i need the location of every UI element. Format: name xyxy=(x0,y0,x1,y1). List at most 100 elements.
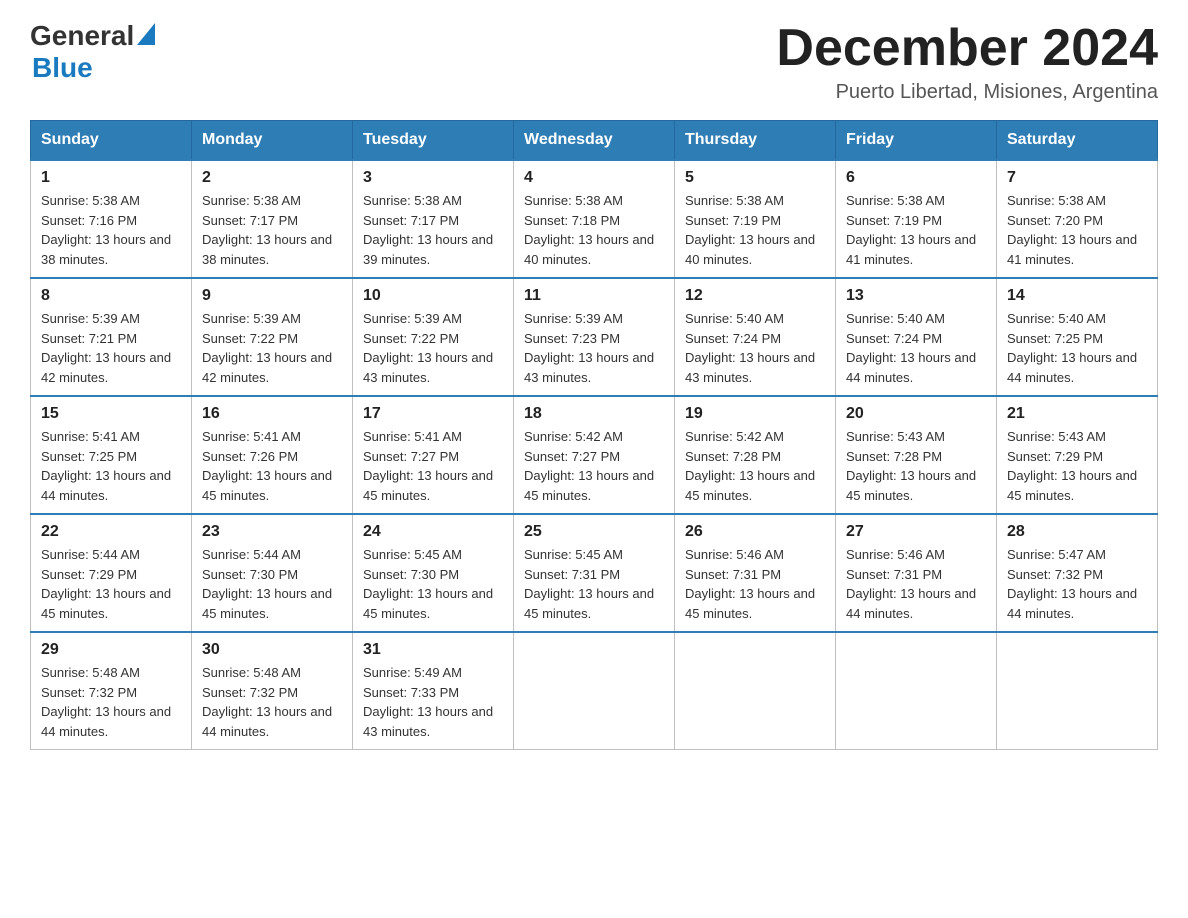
day-info: Sunrise: 5:39 AMSunset: 7:22 PMDaylight:… xyxy=(202,309,342,387)
day-info: Sunrise: 5:39 AMSunset: 7:21 PMDaylight:… xyxy=(41,309,181,387)
calendar-cell: 17 Sunrise: 5:41 AMSunset: 7:27 PMDaylig… xyxy=(353,396,514,514)
day-number: 1 xyxy=(41,169,181,187)
calendar-cell: 3 Sunrise: 5:38 AMSunset: 7:17 PMDayligh… xyxy=(353,160,514,278)
calendar-header-monday: Monday xyxy=(192,121,353,161)
calendar-week-row: 29 Sunrise: 5:48 AMSunset: 7:32 PMDaylig… xyxy=(31,632,1158,750)
day-number: 26 xyxy=(685,523,825,541)
calendar-cell: 14 Sunrise: 5:40 AMSunset: 7:25 PMDaylig… xyxy=(997,278,1158,396)
day-info: Sunrise: 5:42 AMSunset: 7:28 PMDaylight:… xyxy=(685,427,825,505)
calendar-cell: 27 Sunrise: 5:46 AMSunset: 7:31 PMDaylig… xyxy=(836,514,997,632)
day-info: Sunrise: 5:48 AMSunset: 7:32 PMDaylight:… xyxy=(202,663,342,741)
calendar-cell: 28 Sunrise: 5:47 AMSunset: 7:32 PMDaylig… xyxy=(997,514,1158,632)
calendar-cell xyxy=(514,632,675,750)
calendar-cell xyxy=(836,632,997,750)
day-number: 25 xyxy=(524,523,664,541)
day-info: Sunrise: 5:45 AMSunset: 7:31 PMDaylight:… xyxy=(524,545,664,623)
calendar-cell: 16 Sunrise: 5:41 AMSunset: 7:26 PMDaylig… xyxy=(192,396,353,514)
day-info: Sunrise: 5:40 AMSunset: 7:25 PMDaylight:… xyxy=(1007,309,1147,387)
day-number: 6 xyxy=(846,169,986,187)
calendar-header-wednesday: Wednesday xyxy=(514,121,675,161)
day-info: Sunrise: 5:43 AMSunset: 7:28 PMDaylight:… xyxy=(846,427,986,505)
calendar-header-tuesday: Tuesday xyxy=(353,121,514,161)
calendar-cell: 1 Sunrise: 5:38 AMSunset: 7:16 PMDayligh… xyxy=(31,160,192,278)
calendar-cell: 15 Sunrise: 5:41 AMSunset: 7:25 PMDaylig… xyxy=(31,396,192,514)
day-number: 15 xyxy=(41,405,181,423)
calendar-cell: 24 Sunrise: 5:45 AMSunset: 7:30 PMDaylig… xyxy=(353,514,514,632)
day-info: Sunrise: 5:38 AMSunset: 7:16 PMDaylight:… xyxy=(41,191,181,269)
day-info: Sunrise: 5:38 AMSunset: 7:20 PMDaylight:… xyxy=(1007,191,1147,269)
calendar-cell: 9 Sunrise: 5:39 AMSunset: 7:22 PMDayligh… xyxy=(192,278,353,396)
page-subtitle: Puerto Libertad, Misiones, Argentina xyxy=(776,81,1158,104)
day-info: Sunrise: 5:39 AMSunset: 7:23 PMDaylight:… xyxy=(524,309,664,387)
calendar-cell: 11 Sunrise: 5:39 AMSunset: 7:23 PMDaylig… xyxy=(514,278,675,396)
day-info: Sunrise: 5:48 AMSunset: 7:32 PMDaylight:… xyxy=(41,663,181,741)
day-info: Sunrise: 5:46 AMSunset: 7:31 PMDaylight:… xyxy=(685,545,825,623)
day-number: 23 xyxy=(202,523,342,541)
day-number: 16 xyxy=(202,405,342,423)
calendar-header-row: SundayMondayTuesdayWednesdayThursdayFrid… xyxy=(31,121,1158,161)
day-info: Sunrise: 5:44 AMSunset: 7:29 PMDaylight:… xyxy=(41,545,181,623)
day-info: Sunrise: 5:38 AMSunset: 7:17 PMDaylight:… xyxy=(363,191,503,269)
calendar-header-thursday: Thursday xyxy=(675,121,836,161)
day-info: Sunrise: 5:41 AMSunset: 7:26 PMDaylight:… xyxy=(202,427,342,505)
calendar-cell xyxy=(997,632,1158,750)
calendar-week-row: 15 Sunrise: 5:41 AMSunset: 7:25 PMDaylig… xyxy=(31,396,1158,514)
day-number: 28 xyxy=(1007,523,1147,541)
day-number: 21 xyxy=(1007,405,1147,423)
day-number: 13 xyxy=(846,287,986,305)
day-info: Sunrise: 5:38 AMSunset: 7:17 PMDaylight:… xyxy=(202,191,342,269)
day-number: 24 xyxy=(363,523,503,541)
calendar-cell: 12 Sunrise: 5:40 AMSunset: 7:24 PMDaylig… xyxy=(675,278,836,396)
title-area: December 2024 Puerto Libertad, Misiones,… xyxy=(776,20,1158,104)
day-info: Sunrise: 5:42 AMSunset: 7:27 PMDaylight:… xyxy=(524,427,664,505)
day-number: 19 xyxy=(685,405,825,423)
calendar-cell: 25 Sunrise: 5:45 AMSunset: 7:31 PMDaylig… xyxy=(514,514,675,632)
day-info: Sunrise: 5:40 AMSunset: 7:24 PMDaylight:… xyxy=(685,309,825,387)
day-number: 22 xyxy=(41,523,181,541)
calendar-week-row: 1 Sunrise: 5:38 AMSunset: 7:16 PMDayligh… xyxy=(31,160,1158,278)
day-number: 31 xyxy=(363,641,503,659)
logo-blue-text: Blue xyxy=(32,52,93,83)
calendar-cell: 21 Sunrise: 5:43 AMSunset: 7:29 PMDaylig… xyxy=(997,396,1158,514)
calendar-cell: 7 Sunrise: 5:38 AMSunset: 7:20 PMDayligh… xyxy=(997,160,1158,278)
page-title: December 2024 xyxy=(776,20,1158,77)
day-number: 11 xyxy=(524,287,664,305)
day-info: Sunrise: 5:44 AMSunset: 7:30 PMDaylight:… xyxy=(202,545,342,623)
day-number: 10 xyxy=(363,287,503,305)
day-info: Sunrise: 5:45 AMSunset: 7:30 PMDaylight:… xyxy=(363,545,503,623)
day-number: 9 xyxy=(202,287,342,305)
day-number: 29 xyxy=(41,641,181,659)
day-info: Sunrise: 5:46 AMSunset: 7:31 PMDaylight:… xyxy=(846,545,986,623)
calendar-cell: 31 Sunrise: 5:49 AMSunset: 7:33 PMDaylig… xyxy=(353,632,514,750)
calendar-cell: 5 Sunrise: 5:38 AMSunset: 7:19 PMDayligh… xyxy=(675,160,836,278)
calendar-cell: 20 Sunrise: 5:43 AMSunset: 7:28 PMDaylig… xyxy=(836,396,997,514)
day-number: 27 xyxy=(846,523,986,541)
day-number: 2 xyxy=(202,169,342,187)
day-info: Sunrise: 5:41 AMSunset: 7:25 PMDaylight:… xyxy=(41,427,181,505)
day-number: 18 xyxy=(524,405,664,423)
day-info: Sunrise: 5:39 AMSunset: 7:22 PMDaylight:… xyxy=(363,309,503,387)
calendar-cell: 4 Sunrise: 5:38 AMSunset: 7:18 PMDayligh… xyxy=(514,160,675,278)
day-number: 14 xyxy=(1007,287,1147,305)
page-header: General Blue December 2024 Puerto Libert… xyxy=(30,20,1158,104)
calendar-cell: 19 Sunrise: 5:42 AMSunset: 7:28 PMDaylig… xyxy=(675,396,836,514)
calendar-cell: 13 Sunrise: 5:40 AMSunset: 7:24 PMDaylig… xyxy=(836,278,997,396)
calendar-cell: 8 Sunrise: 5:39 AMSunset: 7:21 PMDayligh… xyxy=(31,278,192,396)
day-number: 20 xyxy=(846,405,986,423)
calendar-cell: 10 Sunrise: 5:39 AMSunset: 7:22 PMDaylig… xyxy=(353,278,514,396)
day-number: 12 xyxy=(685,287,825,305)
day-number: 30 xyxy=(202,641,342,659)
day-number: 5 xyxy=(685,169,825,187)
day-number: 3 xyxy=(363,169,503,187)
calendar-cell: 30 Sunrise: 5:48 AMSunset: 7:32 PMDaylig… xyxy=(192,632,353,750)
logo: General Blue xyxy=(30,20,155,84)
day-info: Sunrise: 5:40 AMSunset: 7:24 PMDaylight:… xyxy=(846,309,986,387)
day-number: 17 xyxy=(363,405,503,423)
day-number: 4 xyxy=(524,169,664,187)
calendar-cell: 2 Sunrise: 5:38 AMSunset: 7:17 PMDayligh… xyxy=(192,160,353,278)
day-number: 8 xyxy=(41,287,181,305)
day-info: Sunrise: 5:43 AMSunset: 7:29 PMDaylight:… xyxy=(1007,427,1147,505)
calendar-cell: 23 Sunrise: 5:44 AMSunset: 7:30 PMDaylig… xyxy=(192,514,353,632)
day-number: 7 xyxy=(1007,169,1147,187)
logo-triangle-icon xyxy=(137,23,155,50)
